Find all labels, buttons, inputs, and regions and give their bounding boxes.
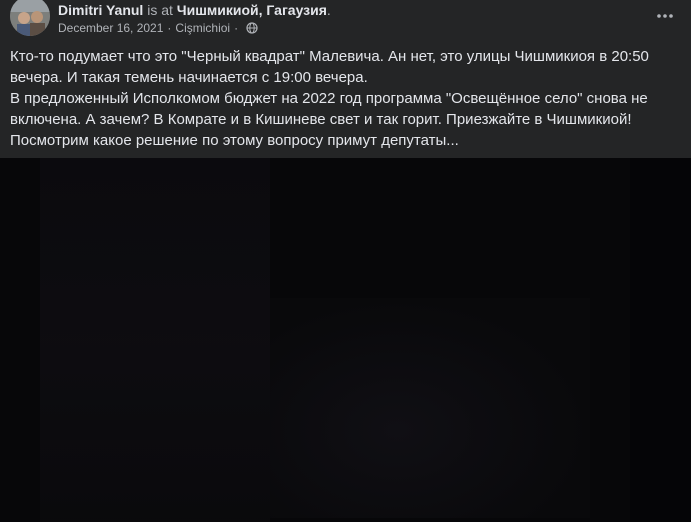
more-options-icon	[657, 14, 673, 18]
post-header: Dimitri Yanul is at Чишмикиой, Гагаузия.…	[0, 0, 691, 40]
place-label[interactable]: Cişmichioi	[175, 21, 230, 35]
author-line: Dimitri Yanul is at Чишмикиой, Гагаузия.	[58, 2, 331, 18]
meta-separator: ·	[167, 21, 172, 35]
photo-shadow-center	[270, 298, 590, 518]
photo-shadow-right	[630, 158, 691, 522]
post-meta: December 16, 2021 · Cişmichioi ·	[58, 21, 258, 35]
globe-icon[interactable]	[246, 22, 258, 34]
more-options-button[interactable]	[653, 6, 677, 26]
post-date[interactable]: December 16, 2021	[58, 21, 163, 35]
post-text: Кто-то подумает что это "Черный квадрат"…	[10, 48, 649, 149]
is-at-text: is at	[143, 2, 177, 18]
post-photo[interactable]	[0, 158, 691, 522]
author-avatar[interactable]	[10, 0, 50, 36]
meta-separator-2: ·	[234, 21, 239, 35]
avatar-photo	[10, 0, 50, 36]
location-link[interactable]: Чишмикиой, Гагаузия	[177, 2, 327, 18]
location-suffix: .	[326, 2, 331, 18]
author-name[interactable]: Dimitri Yanul	[58, 2, 143, 18]
photo-shadow-left	[40, 158, 270, 522]
